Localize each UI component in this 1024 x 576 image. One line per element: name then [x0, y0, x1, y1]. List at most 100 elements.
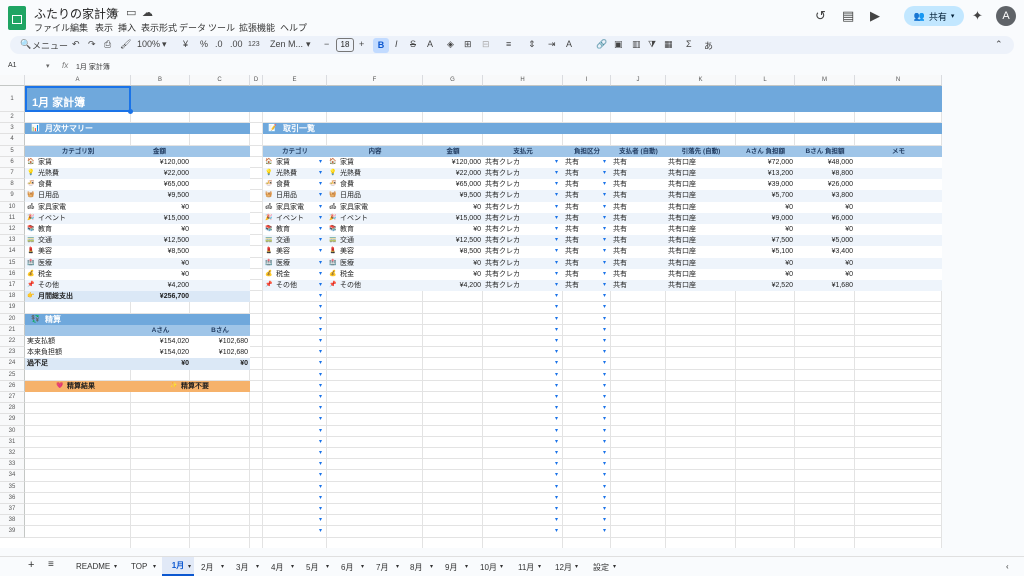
functions-icon[interactable]: Σ — [686, 39, 692, 49]
category-dropdown-icon[interactable]: ▾ — [319, 202, 322, 213]
chevron-down-icon[interactable]: ▾ — [256, 563, 259, 570]
category-dropdown-icon[interactable]: ▾ — [319, 515, 322, 526]
source-dropdown-icon[interactable]: ▾ — [555, 325, 558, 336]
row-header[interactable]: 7 — [0, 168, 25, 180]
source-dropdown-icon[interactable]: ▾ — [555, 202, 558, 213]
row-header[interactable]: 23 — [0, 347, 25, 359]
filter-icon[interactable]: ⧩ — [648, 39, 656, 50]
transaction-share[interactable]: 共有 — [565, 258, 579, 269]
category-dropdown-icon[interactable]: ▾ — [319, 526, 322, 537]
transaction-share[interactable]: 共有 — [565, 213, 579, 224]
share-dropdown-icon[interactable]: ▾ — [603, 314, 606, 325]
chevron-down-icon[interactable]: ▾ — [153, 563, 156, 570]
row-header[interactable]: 5 — [0, 145, 25, 157]
category-dropdown-icon[interactable]: ▾ — [319, 336, 322, 347]
sheet-tab[interactable]: 10月 — [480, 562, 497, 573]
transaction-source[interactable]: 共有クレカ — [485, 246, 520, 257]
source-dropdown-icon[interactable]: ▾ — [555, 381, 558, 392]
text-rotate-icon[interactable]: A — [566, 39, 572, 49]
row-header[interactable]: 16 — [0, 268, 25, 280]
category-dropdown-icon[interactable]: ▾ — [319, 459, 322, 470]
source-dropdown-icon[interactable]: ▾ — [555, 459, 558, 470]
text-color-icon[interactable]: A — [427, 39, 433, 49]
row-header[interactable]: 19 — [0, 302, 25, 314]
version-history-icon[interactable]: ↺ — [815, 8, 826, 24]
category-dropdown-icon[interactable]: ▾ — [319, 235, 322, 246]
row-header[interactable]: 6 — [0, 156, 25, 168]
transaction-amount[interactable]: ¥4,200 — [423, 280, 481, 291]
chevron-down-icon[interactable]: ▾ — [430, 563, 433, 570]
column-header[interactable]: A — [25, 75, 131, 86]
source-dropdown-icon[interactable]: ▾ — [555, 190, 558, 201]
fill-color-icon[interactable]: ◈ — [447, 39, 454, 50]
category-dropdown-icon[interactable]: ▾ — [319, 258, 322, 269]
source-dropdown-icon[interactable]: ▾ — [555, 358, 558, 369]
column-header[interactable]: J — [611, 75, 666, 86]
sheet-tab[interactable]: README — [76, 562, 110, 571]
column-header[interactable]: D — [250, 75, 263, 86]
category-dropdown-icon[interactable]: ▾ — [319, 325, 322, 336]
meet-icon[interactable]: ▶ — [870, 8, 880, 24]
transaction-source[interactable]: 共有クレカ — [485, 235, 520, 246]
chart-icon[interactable]: ▥ — [632, 39, 641, 50]
source-dropdown-icon[interactable]: ▾ — [555, 347, 558, 358]
share-dropdown-icon[interactable]: ▾ — [603, 358, 606, 369]
transaction-amount[interactable]: ¥120,000 — [423, 157, 481, 168]
chevron-down-icon[interactable]: ▾ — [575, 563, 578, 570]
category-dropdown-icon[interactable]: ▾ — [319, 269, 322, 280]
source-dropdown-icon[interactable]: ▾ — [555, 291, 558, 302]
share-dropdown-icon[interactable]: ▾ — [603, 426, 606, 437]
row-header[interactable]: 2 — [0, 112, 25, 124]
chevron-down-icon[interactable]: ▾ — [221, 563, 224, 570]
menu-item[interactable]: ツール — [208, 21, 235, 34]
transaction-category[interactable]: 家賃 — [276, 157, 290, 168]
row-header[interactable]: 15 — [0, 257, 25, 269]
row-header[interactable]: 35 — [0, 481, 25, 493]
row-header[interactable]: 9 — [0, 190, 25, 202]
align-icon[interactable]: ≡ — [506, 39, 511, 49]
sheet-tab[interactable]: 5月 — [306, 562, 318, 573]
share-dropdown-icon[interactable]: ▾ — [603, 168, 606, 179]
transaction-source[interactable]: 共有クレカ — [485, 168, 520, 179]
transaction-source[interactable]: 共有クレカ — [485, 190, 520, 201]
transaction-category[interactable]: 医療 — [276, 258, 290, 269]
category-dropdown-icon[interactable]: ▾ — [319, 493, 322, 504]
row-header[interactable]: 8 — [0, 179, 25, 191]
column-header[interactable]: I — [563, 75, 611, 86]
transaction-desc[interactable]: 家賃 — [340, 157, 354, 168]
share-dropdown-icon[interactable]: ▾ — [603, 493, 606, 504]
transaction-desc[interactable]: イベント — [340, 213, 368, 224]
font-select[interactable]: Zen M... — [270, 39, 303, 49]
sheet-tab[interactable]: 6月 — [341, 562, 353, 573]
transaction-desc[interactable]: 美容 — [340, 246, 354, 257]
column-header[interactable]: N — [855, 75, 942, 86]
transaction-category[interactable]: その他 — [276, 280, 297, 291]
source-dropdown-icon[interactable]: ▾ — [555, 448, 558, 459]
search-icon[interactable]: 🔍 — [20, 39, 31, 50]
menu-item[interactable]: 編集 — [70, 21, 88, 34]
source-dropdown-icon[interactable]: ▾ — [555, 504, 558, 515]
menu-item[interactable]: 拡張機能 — [239, 21, 275, 34]
category-dropdown-icon[interactable]: ▾ — [319, 213, 322, 224]
share-dropdown-icon[interactable]: ▾ — [603, 269, 606, 280]
category-dropdown-icon[interactable]: ▾ — [319, 168, 322, 179]
menu-item[interactable]: データ — [179, 21, 206, 34]
category-dropdown-icon[interactable]: ▾ — [319, 370, 322, 381]
sheet-tab[interactable]: 11月 — [518, 562, 534, 573]
row-header[interactable]: 14 — [0, 246, 25, 258]
selection-handle[interactable] — [128, 109, 133, 114]
row-header[interactable]: 12 — [0, 224, 25, 236]
share-dropdown-icon[interactable]: ▾ — [603, 403, 606, 414]
menu-item[interactable]: ヘルプ — [280, 21, 307, 34]
row-header[interactable]: 21 — [0, 324, 25, 336]
category-dropdown-icon[interactable]: ▾ — [319, 190, 322, 201]
paint-format-icon[interactable]: 🖌 — [120, 39, 131, 50]
font-size-input[interactable]: 18 — [336, 38, 354, 52]
row-header[interactable]: 1 — [0, 86, 25, 112]
share-dropdown-icon[interactable]: ▾ — [603, 302, 606, 313]
row-header[interactable]: 17 — [0, 280, 25, 292]
transaction-category[interactable]: 教育 — [276, 224, 290, 235]
share-dropdown-icon[interactable]: ▾ — [603, 179, 606, 190]
transaction-source[interactable]: 共有クレカ — [485, 202, 520, 213]
source-dropdown-icon[interactable]: ▾ — [555, 493, 558, 504]
